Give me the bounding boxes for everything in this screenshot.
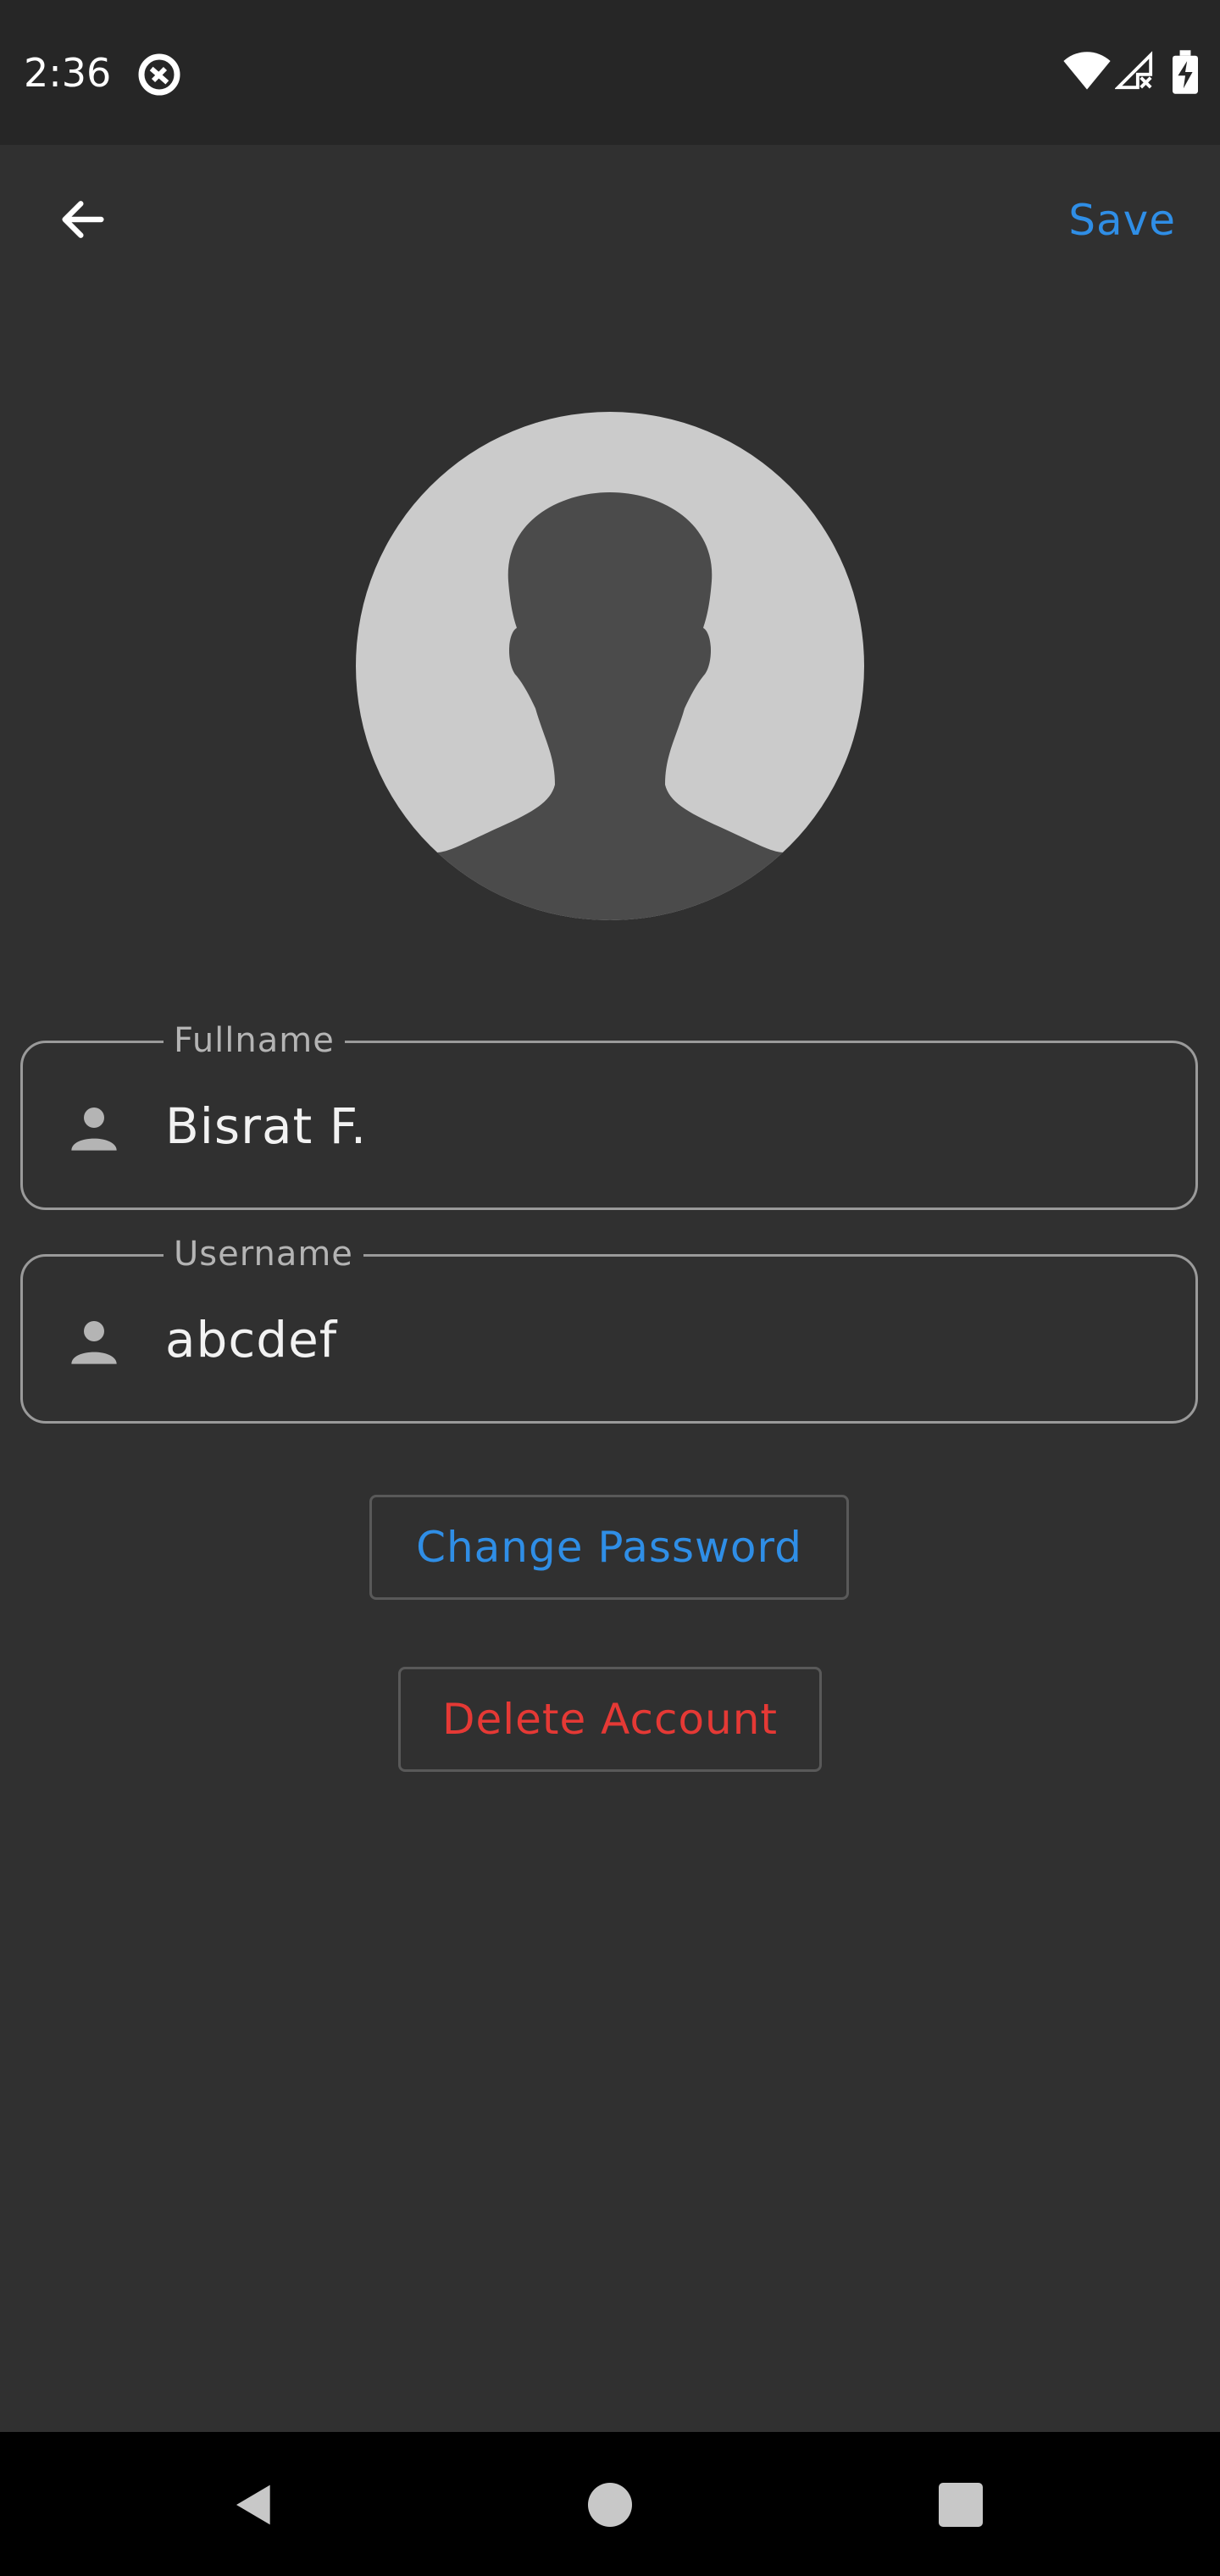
status-time: 2:36 [24, 50, 112, 96]
wifi-icon [1063, 52, 1111, 90]
fullname-field[interactable]: Fullname Bisrat F. [20, 1019, 1198, 1210]
username-label: Username [164, 1233, 363, 1275]
username-field[interactable]: Username abcdef [20, 1233, 1198, 1424]
status-bar: 2:36 [0, 0, 1220, 145]
arrow-back-icon [62, 201, 104, 238]
person-icon [71, 1108, 117, 1151]
nav-back-icon[interactable] [230, 2481, 278, 2529]
system-navigation-bar [0, 2432, 1220, 2576]
profile-avatar[interactable] [356, 412, 864, 920]
fullname-input[interactable]: Bisrat F. [165, 1096, 367, 1157]
app-bar: Save [0, 145, 1220, 306]
person-icon [71, 1321, 117, 1364]
cellular-signal-no-data-icon [1115, 51, 1153, 90]
back-button[interactable] [42, 179, 124, 260]
app-notification-icon [138, 53, 180, 96]
user-silhouette-icon [436, 492, 784, 920]
username-input[interactable]: abcdef [165, 1309, 337, 1370]
change-password-button[interactable]: Change Password [369, 1495, 849, 1600]
delete-account-button[interactable]: Delete Account [398, 1667, 822, 1772]
nav-recents-icon[interactable] [939, 2483, 983, 2527]
nav-home-icon[interactable] [588, 2483, 632, 2527]
battery-charging-icon [1173, 50, 1198, 94]
save-button[interactable]: Save [1068, 196, 1176, 245]
fullname-label: Fullname [164, 1019, 345, 1062]
